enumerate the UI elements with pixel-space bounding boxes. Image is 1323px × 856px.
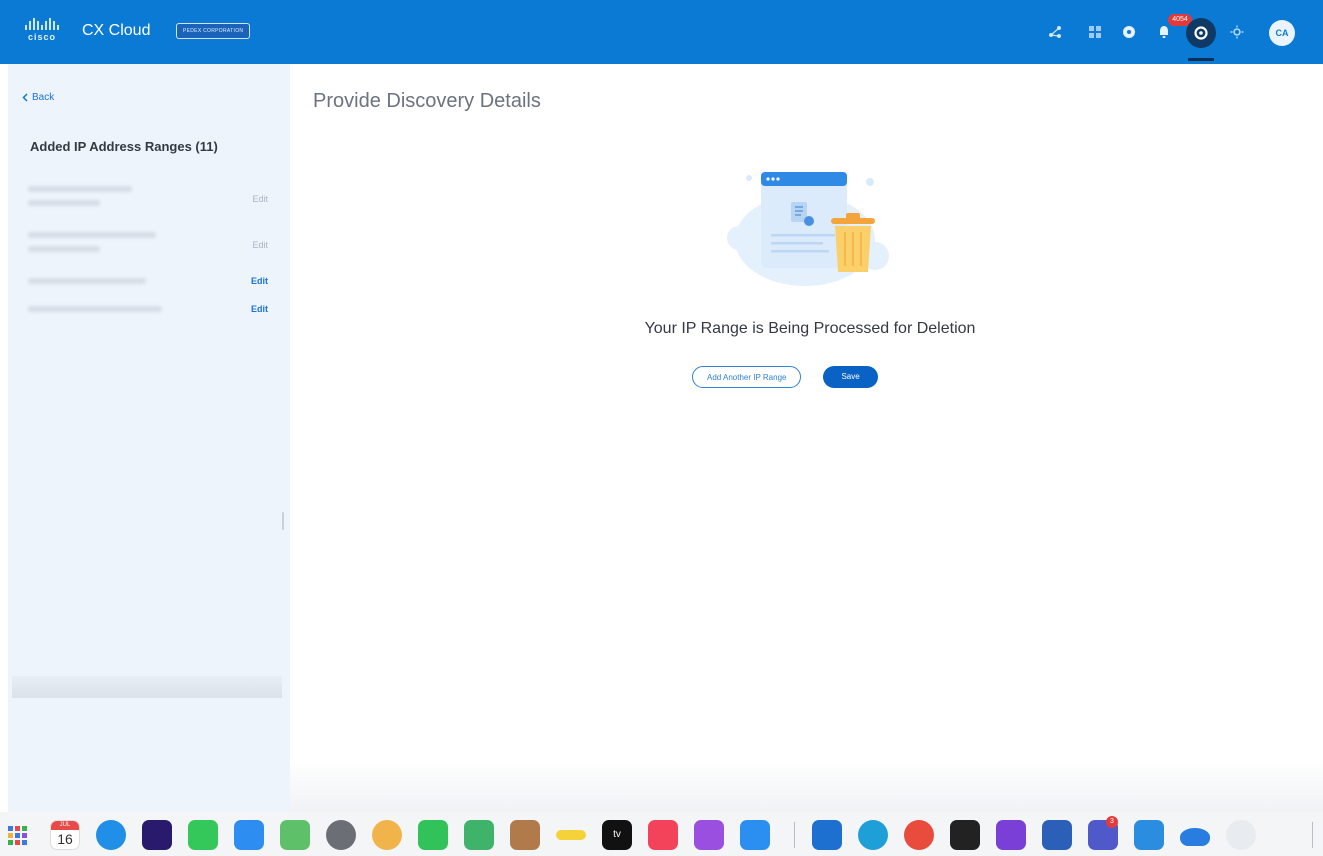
share-icon[interactable]: [1048, 25, 1062, 39]
back-link[interactable]: Back: [22, 92, 54, 103]
calendar-icon[interactable]: JUL 16: [50, 820, 80, 850]
ip-range-item: Edit: [28, 274, 268, 302]
cisco-logo-bars-icon: [20, 18, 64, 30]
top-header: cisco CX Cloud PEDEX CORPORATION 4054 CA: [0, 0, 1323, 64]
edge-icon[interactable]: [858, 820, 888, 850]
dock-separator: [794, 822, 795, 848]
chevron-left-icon: [22, 93, 28, 102]
ip-range-value-redacted: [28, 186, 132, 192]
deletion-illustration: [725, 160, 897, 300]
add-another-ip-range-button[interactable]: Add Another IP Range: [692, 366, 802, 388]
music-icon[interactable]: [648, 820, 678, 850]
back-link-label: Back: [32, 92, 55, 103]
edit-ip-range-link[interactable]: Edit: [252, 240, 268, 250]
ip-range-value-redacted: [28, 278, 146, 284]
sidebar: Back Added IP Address Ranges (11) Edit E…: [8, 64, 290, 812]
calendar-day: 16: [57, 831, 73, 847]
calendar-month: JUL: [51, 821, 79, 830]
help-icon[interactable]: [1122, 25, 1136, 39]
app-title[interactable]: CX Cloud: [82, 22, 150, 40]
edit-ip-range-link[interactable]: Edit: [252, 194, 268, 204]
cisco-logo[interactable]: cisco: [20, 18, 64, 46]
organization-badge[interactable]: PEDEX CORPORATION: [176, 23, 251, 39]
maps-icon[interactable]: [280, 820, 310, 850]
github-desktop-icon[interactable]: [996, 820, 1026, 850]
content-bottom-fade: [290, 760, 1323, 812]
word-icon[interactable]: [1042, 820, 1072, 850]
settings-button[interactable]: [1186, 18, 1216, 48]
cisco-wordmark: cisco: [27, 32, 56, 42]
vscode-icon[interactable]: [1134, 820, 1164, 850]
safari-icon[interactable]: [96, 820, 126, 850]
photos-icon[interactable]: [372, 820, 402, 850]
contacts-icon[interactable]: [510, 820, 540, 850]
save-button[interactable]: Save: [823, 366, 878, 388]
action-buttons: Add Another IP Range Save: [692, 366, 878, 388]
grid-icon[interactable]: [1088, 25, 1102, 39]
ip-range-value-redacted: [28, 232, 156, 238]
disk-utility-icon[interactable]: [1226, 820, 1256, 850]
mail-icon[interactable]: [234, 820, 264, 850]
ip-range-value-redacted: [28, 306, 162, 312]
ip-range-status-redacted: [28, 200, 100, 206]
podcasts-icon[interactable]: [694, 820, 724, 850]
page-title: Provide Discovery Details: [313, 90, 541, 112]
chrome-icon[interactable]: [904, 820, 934, 850]
trash-document-icon: [727, 172, 889, 286]
outlook-icon[interactable]: [812, 820, 842, 850]
ip-range-item: Edit: [28, 182, 268, 228]
edit-ip-range-link[interactable]: Edit: [251, 304, 268, 314]
app-store-icon[interactable]: [740, 820, 770, 850]
gear-icon: [1194, 26, 1208, 40]
bell-icon[interactable]: [1157, 25, 1171, 39]
user-avatar[interactable]: CA: [1269, 20, 1295, 46]
ip-range-list: Edit Edit Edit Edit: [28, 182, 268, 330]
launchpad-icon[interactable]: [4, 820, 34, 850]
ip-ranges-title: Added IP Address Ranges (11): [30, 139, 218, 154]
system-preferences-icon[interactable]: [326, 820, 356, 850]
firefox-icon[interactable]: [142, 820, 172, 850]
messages-icon[interactable]: [188, 820, 218, 850]
ip-range-item: Edit: [28, 302, 268, 330]
onedrive-icon[interactable]: [1180, 828, 1210, 846]
sidebar-footer: [12, 676, 282, 698]
contacts-alt-icon[interactable]: [464, 820, 494, 850]
sun-icon[interactable]: [1230, 25, 1244, 39]
edit-ip-range-link[interactable]: Edit: [251, 276, 268, 286]
ip-range-status-redacted: [28, 246, 100, 252]
ip-range-item: Edit: [28, 228, 268, 274]
teams-notification-badge: 3: [1106, 816, 1118, 828]
dock-separator: [1312, 822, 1313, 848]
terminal-icon[interactable]: [950, 820, 980, 850]
sidebar-scrollbar[interactable]: [282, 512, 284, 530]
deletion-status-message: Your IP Range is Being Processed for Del…: [644, 320, 976, 337]
apple-tv-icon[interactable]: tv: [602, 820, 632, 850]
notes-icon[interactable]: [556, 830, 586, 840]
macos-dock: JUL 16 tv 3: [0, 812, 1323, 856]
settings-active-indicator: [1188, 58, 1214, 61]
facetime-icon[interactable]: [418, 820, 448, 850]
